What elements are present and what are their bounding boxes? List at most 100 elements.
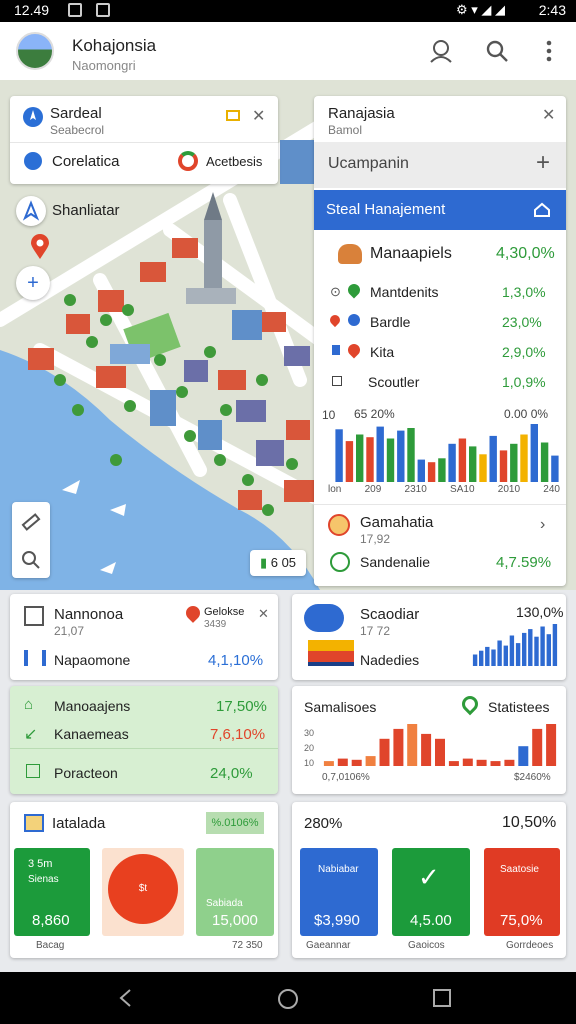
- zoom-in-button[interactable]: +: [16, 266, 50, 300]
- chart-bar: [438, 458, 446, 482]
- chart-bar: [376, 426, 384, 482]
- panel-row[interactable]: Bardle 23,0%: [327, 312, 560, 336]
- check-circle-icon: [330, 552, 350, 572]
- more-options-icon[interactable]: [536, 38, 562, 64]
- checkbox-icon[interactable]: [332, 376, 342, 386]
- green-row-value: 17,50%: [216, 698, 267, 715]
- card-scaodiar[interactable]: Scaodiar 17 72 130,0% Nadedies: [292, 594, 566, 680]
- system-nav-bar: [0, 972, 576, 1024]
- tile-light-green[interactable]: Sabiada 15,000: [196, 848, 274, 936]
- wifi-icon: ⚙ ▾ ◢ ◢: [456, 2, 506, 17]
- check-icon: ✓: [418, 862, 440, 892]
- navigation-icon[interactable]: [16, 196, 46, 226]
- card1-title: Nannonoa: [54, 606, 124, 623]
- map-search-icon[interactable]: [21, 550, 41, 570]
- tile-top: Nabiabar: [318, 864, 359, 875]
- card-iatalada[interactable]: Iatalada %.0106% 3 5m Sienas 8,860 $t Sa…: [10, 802, 278, 958]
- panel-header-bar[interactable]: Steal Hanajement: [314, 190, 566, 230]
- back-icon[interactable]: [116, 988, 136, 1008]
- chart-bar: [345, 441, 354, 482]
- panel-rows: ⊙ Mantdenits 1,3,0% Bardle 23,0% Kita 2,…: [327, 281, 560, 408]
- card-green-stats: ⌂ Manoaajens 17,50% ↙ Kanaemeas 7,6,10% …: [10, 686, 278, 794]
- map-search-card[interactable]: Sardeal Seabecrol ✕ Corelatica Acetbesis: [10, 96, 278, 184]
- panel-row-label: Mantdenits: [370, 284, 439, 300]
- profile-icon[interactable]: [428, 38, 454, 64]
- card-samalisoes[interactable]: Samalisoes Statistees 30 20 10 0,7,0106%…: [292, 686, 566, 794]
- recents-icon[interactable]: [432, 988, 452, 1008]
- card-nannonoa[interactable]: Nannonoa 21,07 Gelokse 3439 ✕ Napaomone …: [10, 594, 278, 680]
- chart-bar: [417, 459, 425, 482]
- chart-bar: [552, 624, 558, 666]
- chart-bar: [551, 455, 559, 482]
- x-tick: 209: [364, 484, 382, 495]
- avatar[interactable]: [16, 32, 54, 70]
- card-totals[interactable]: 280% 10,50% Nabiabar $3,990 ✓ 4,5.00 Saa…: [292, 802, 566, 958]
- location-pin-icon: [183, 603, 203, 623]
- green-stat-row[interactable]: ⌂ Manoaajens 17,50%: [10, 686, 278, 715]
- chart-bar: [532, 728, 543, 766]
- chart-bar: [479, 650, 484, 666]
- chart-bar: [458, 438, 467, 482]
- check-box-icon: [26, 764, 40, 778]
- close-icon[interactable]: ✕: [252, 106, 265, 126]
- chart-bar: [546, 634, 551, 666]
- chart-bar: [546, 724, 557, 766]
- price-badge[interactable]: ▮ 6 05: [250, 550, 306, 576]
- green-row-label: Kanaemeas: [54, 726, 129, 742]
- chart-bar: [366, 437, 374, 482]
- chart-bar: [499, 450, 508, 482]
- green-pin-icon: [345, 281, 363, 299]
- chart-bar: [530, 424, 538, 482]
- chevron-right-icon[interactable]: ›: [540, 516, 545, 534]
- panel-row[interactable]: ⊙ Mantdenits 1,3,0%: [330, 281, 560, 306]
- tile-green-check[interactable]: ✓ 4,5.00: [392, 848, 470, 936]
- tile-top: 3 5m: [28, 858, 53, 870]
- panel-row[interactable]: Kita 2,9,0%: [330, 341, 560, 366]
- map-pin-icon[interactable]: [30, 234, 50, 260]
- main-row-value: 4,30,0%: [496, 245, 555, 262]
- boat-icon: [308, 640, 354, 666]
- ring-icon: [178, 151, 198, 171]
- tile-red[interactable]: Saatosie 75,0%: [484, 848, 560, 936]
- green-stat-row[interactable]: Poracteon 24,0%: [10, 756, 278, 786]
- green-row-value: 24,0%: [210, 765, 253, 782]
- chart-y-label: 10: [322, 408, 336, 422]
- chart-bar: [337, 758, 348, 766]
- app-bar: Kohajonsia Naomongri: [0, 22, 576, 80]
- panel-row[interactable]: Scoutler 1,0,9%: [330, 372, 560, 396]
- chart-bar: [503, 645, 508, 666]
- chart-bar: [509, 635, 515, 666]
- green-stat-row[interactable]: ↙ Kanaemeas 7,6,10%: [10, 716, 278, 744]
- home-button-icon[interactable]: [276, 987, 300, 1011]
- tile-orange[interactable]: $t: [102, 848, 184, 936]
- card6-right: 10,50%: [502, 814, 557, 831]
- panel-bar-chart: [335, 424, 559, 482]
- panel-section-row[interactable]: Ucampanin +: [314, 142, 566, 188]
- price-badge-value: 6 05: [270, 555, 297, 570]
- y-tick: 30: [304, 728, 315, 738]
- card2-title: Scaodiar: [360, 606, 420, 623]
- folder-icon[interactable]: [226, 110, 240, 121]
- green-row-label: Poracteon: [54, 765, 118, 781]
- chart-bar: [528, 629, 533, 666]
- add-icon[interactable]: +: [536, 149, 550, 177]
- ruler-icon[interactable]: [21, 512, 41, 532]
- chart-bar: [407, 724, 418, 766]
- home-icon[interactable]: [532, 200, 552, 220]
- document-icon: [24, 606, 44, 626]
- divider: [314, 504, 566, 505]
- panel-row-label: Scoutler: [368, 374, 420, 390]
- card5-badge: %.0106%: [206, 812, 264, 834]
- panel-close-icon[interactable]: ✕: [542, 105, 555, 125]
- tile-green[interactable]: 3 5m Sienas 8,860: [14, 848, 90, 936]
- tile-blue[interactable]: Nabiabar $3,990: [300, 848, 378, 936]
- card1-close-icon[interactable]: ✕: [258, 606, 269, 622]
- green-row-value: 7,6,10%: [210, 726, 266, 743]
- search-icon[interactable]: [484, 38, 510, 64]
- chart-bar: [472, 654, 478, 666]
- card5-title: Iatalada: [52, 815, 106, 832]
- chart-bar: [497, 640, 502, 666]
- panel-row-value: 1,3,0%: [502, 284, 546, 300]
- chart-right-label: 0.00 0%: [504, 407, 549, 421]
- panel-section-label: Ucampanin: [328, 155, 409, 172]
